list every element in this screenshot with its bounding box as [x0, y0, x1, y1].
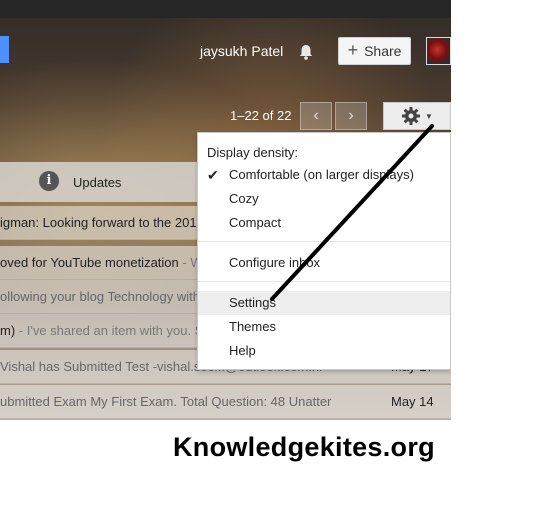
- settings-gear-button[interactable]: ▼: [383, 102, 451, 130]
- settings-dropdown-menu: Display density: ✔ Comfortable (on large…: [197, 132, 451, 370]
- newer-button[interactable]: ›: [335, 102, 367, 130]
- menu-item-cozy[interactable]: Cozy: [198, 187, 450, 211]
- menu-item-themes[interactable]: Themes: [198, 315, 450, 339]
- account-name[interactable]: jaysukh Patel: [200, 43, 283, 59]
- avatar[interactable]: [426, 37, 451, 65]
- menu-item-configure-inbox[interactable]: Configure inbox: [198, 251, 450, 275]
- tab-updates[interactable]: Updates: [73, 175, 121, 190]
- menu-item-settings[interactable]: Settings: [198, 291, 450, 315]
- chevron-left-icon: ‹: [313, 107, 319, 124]
- watermark-text: Knowledgekites.org: [173, 432, 435, 462]
- plus-icon: +: [347, 39, 359, 60]
- bell-icon[interactable]: [297, 43, 315, 61]
- compose-button-edge[interactable]: [0, 36, 9, 63]
- checkmark-icon: ✔: [207, 167, 219, 183]
- older-button[interactable]: ‹: [300, 102, 332, 130]
- share-label: Share: [364, 43, 402, 59]
- gmail-screenshot: jaysukh Patel + Share 1–22 of 22 ‹ › ▼ i…: [0, 0, 451, 420]
- top-bar: [0, 0, 451, 18]
- share-button[interactable]: + Share: [338, 37, 411, 65]
- display-density-heading: Display density:: [207, 145, 299, 160]
- menu-item-help[interactable]: Help: [198, 339, 450, 363]
- email-date: May 14: [391, 394, 434, 409]
- pagination-count: 1–22 of 22: [230, 108, 292, 123]
- menu-item-compact[interactable]: Compact: [198, 211, 450, 235]
- email-row[interactable]: ubmitted Exam My First Exam. Total Quest…: [0, 385, 451, 419]
- info-icon: i: [39, 171, 59, 191]
- menu-item-comfortable[interactable]: ✔ Comfortable (on larger displays): [198, 163, 450, 187]
- menu-divider: [198, 241, 450, 242]
- gear-icon: [402, 107, 421, 125]
- chevron-right-icon: ›: [348, 107, 354, 124]
- menu-divider: [198, 281, 450, 282]
- caret-down-icon: ▼: [425, 111, 433, 121]
